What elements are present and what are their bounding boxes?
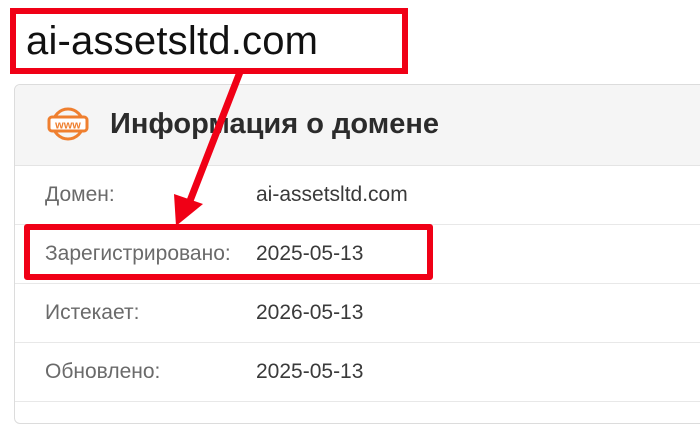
row-expires: Истекает: 2026-05-13 xyxy=(15,284,700,343)
callout-domain-text: ai-assetsltd.com xyxy=(26,18,319,63)
domain-callout: ai-assetsltd.com xyxy=(10,8,408,74)
row-label: Истекает: xyxy=(45,301,140,324)
svg-text:www: www xyxy=(54,120,81,132)
row-label: Обновлено: xyxy=(45,360,161,383)
www-globe-icon: www xyxy=(47,107,89,141)
row-label: Домен: xyxy=(45,183,115,206)
row-value: ai-assetsltd.com xyxy=(256,183,408,206)
registered-highlight-box xyxy=(24,224,433,280)
row-value: 2026-05-13 xyxy=(256,301,364,324)
row-value: 2025-05-13 xyxy=(256,360,364,383)
card-header: www Информация о домене xyxy=(15,85,700,166)
card-title: Информация о домене xyxy=(110,108,439,140)
row-updated: Обновлено: 2025-05-13 xyxy=(15,343,700,402)
row-domain: Домен: ai-assetsltd.com xyxy=(15,166,700,225)
